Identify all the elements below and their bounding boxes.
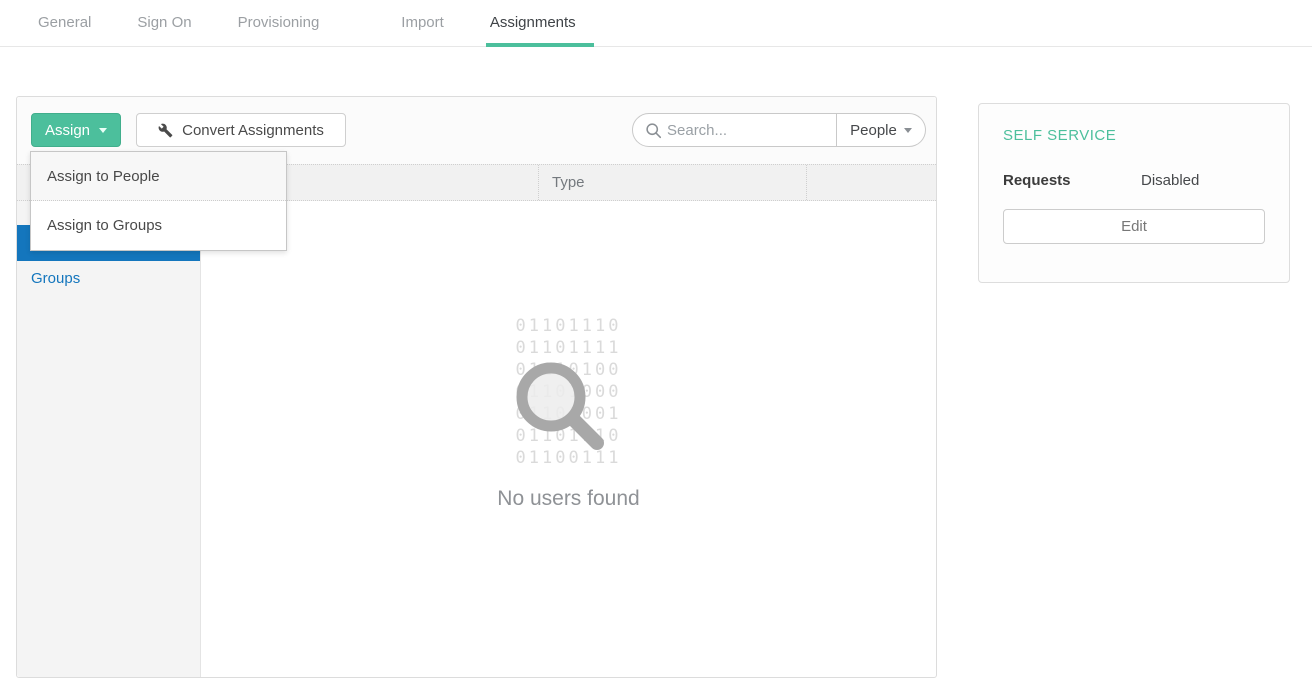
caret-down-icon	[99, 128, 107, 133]
active-tab-underline	[486, 43, 594, 47]
column-divider	[806, 165, 807, 200]
sidebar-item-groups[interactable]: Groups	[17, 261, 200, 297]
empty-state: 01101110 01101111 01110100 01101000 0110…	[201, 201, 936, 677]
assign-button[interactable]: Assign	[31, 113, 121, 147]
search-filter-dropdown[interactable]: People	[837, 113, 926, 147]
tab-label: Assignments	[490, 14, 576, 31]
magnifier-icon	[507, 353, 611, 457]
tab-provisioning[interactable]: Provisioning	[236, 0, 322, 46]
tab-sign-on[interactable]: Sign On	[135, 0, 193, 46]
binary-line: 01101110	[201, 315, 936, 337]
requests-row: Requests Disabled	[1003, 172, 1265, 189]
tab-assignments[interactable]: Assignments	[488, 0, 578, 46]
tab-label: Import	[401, 14, 444, 31]
caret-down-icon	[904, 128, 912, 133]
assignments-sidebar: Groups	[17, 201, 201, 677]
column-divider	[538, 165, 539, 200]
convert-assignments-button[interactable]: Convert Assignments	[136, 113, 346, 147]
wrench-icon	[158, 123, 173, 138]
self-service-panel: SELF SERVICE Requests Disabled Edit	[978, 103, 1290, 283]
app-tab-bar: General Sign On Provisioning Import Assi…	[0, 0, 1312, 47]
search-input[interactable]	[667, 115, 829, 145]
tab-import[interactable]: Import	[399, 0, 446, 46]
assign-button-label: Assign	[45, 122, 90, 139]
search-box	[632, 113, 837, 147]
tab-label: General	[38, 14, 91, 31]
tab-label: Provisioning	[238, 14, 320, 31]
menu-item-assign-to-people[interactable]: Assign to People	[31, 152, 286, 201]
empty-state-message: No users found	[201, 487, 936, 511]
requests-label: Requests	[1003, 172, 1141, 189]
edit-button[interactable]: Edit	[1003, 209, 1265, 244]
search-group: People	[632, 113, 926, 147]
convert-assignments-label: Convert Assignments	[182, 122, 324, 139]
tab-label: Sign On	[137, 14, 191, 31]
assign-dropdown-menu: Assign to People Assign to Groups	[30, 151, 287, 251]
search-icon	[645, 122, 662, 139]
tab-general[interactable]: General	[36, 0, 93, 46]
menu-item-assign-to-groups[interactable]: Assign to Groups	[31, 201, 286, 250]
search-filter-label: People	[850, 122, 897, 139]
self-service-title: SELF SERVICE	[1003, 127, 1265, 144]
requests-value: Disabled	[1141, 172, 1199, 189]
column-header-type: Type	[552, 165, 585, 200]
